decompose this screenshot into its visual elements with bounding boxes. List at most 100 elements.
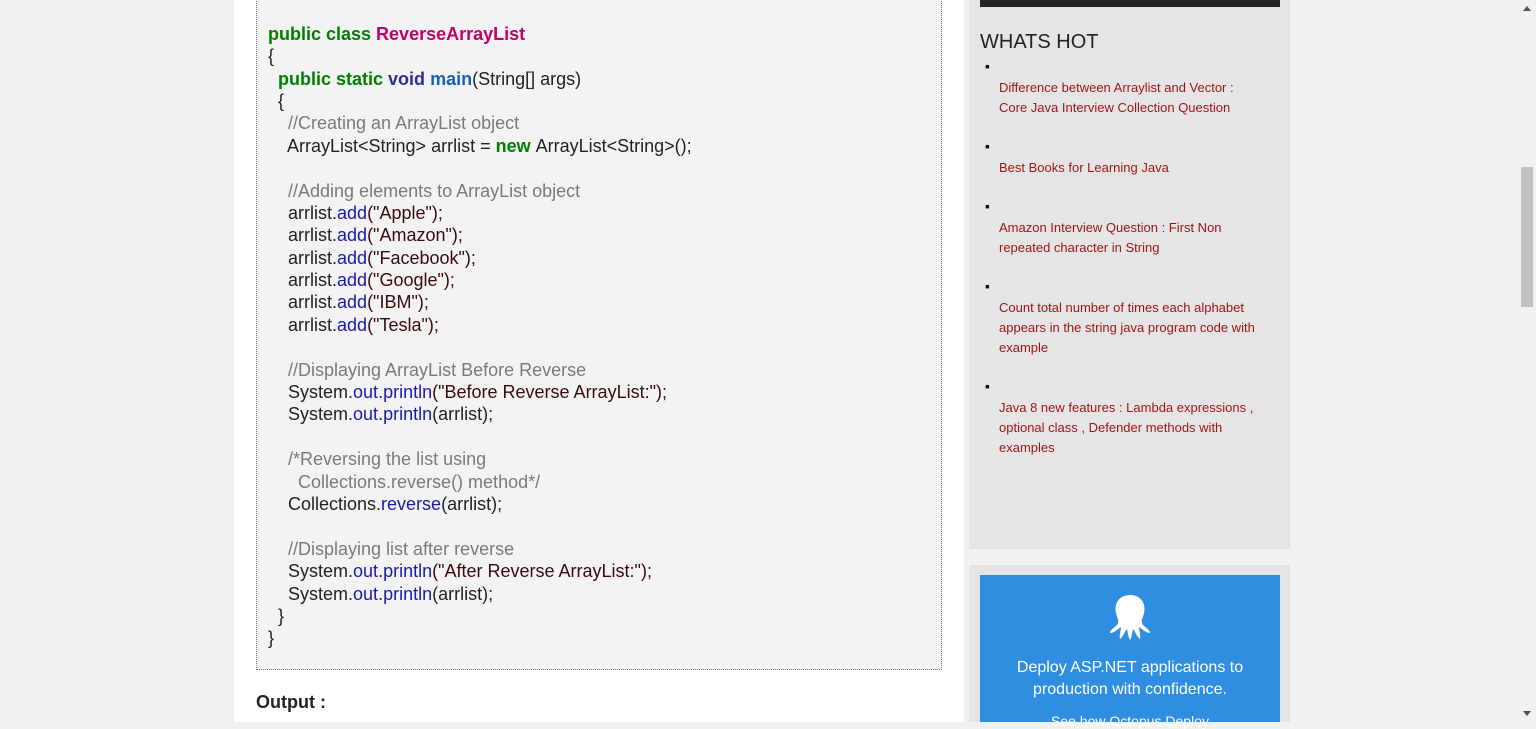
hot-link-count-alphabet[interactable]: Count total number of times each alphabe… xyxy=(999,298,1261,358)
ad-container: Deploy ASP.NET applications to productio… xyxy=(969,565,1290,722)
code-token: System. xyxy=(268,404,353,424)
code-token: (String[] args) xyxy=(472,69,581,89)
code-token: out xyxy=(353,404,378,424)
code-line: arrlist.add("Apple"); xyxy=(268,202,692,224)
code-line: /*Reversing the list using xyxy=(268,448,692,470)
ad-text: Deploy ASP.NET applications to productio… xyxy=(980,657,1280,701)
code-token: (arrlist); xyxy=(441,494,502,514)
bullet-icon: ▪ xyxy=(985,278,990,294)
code-token: add xyxy=(337,203,367,223)
code-line xyxy=(268,515,692,537)
code-token: ("Google"); xyxy=(367,270,455,290)
hot-link-best-books[interactable]: Best Books for Learning Java xyxy=(999,158,1261,178)
scroll-up-icon[interactable] xyxy=(1523,6,1531,11)
code-token: System. xyxy=(268,584,353,604)
code-line: System.out.println(arrlist); xyxy=(268,583,692,605)
ad-banner[interactable]: Deploy ASP.NET applications to productio… xyxy=(980,575,1280,722)
code-line: System.out.println(arrlist); xyxy=(268,403,692,425)
code-token: add xyxy=(337,292,367,312)
code-line: //Displaying ArrayList Before Reverse xyxy=(268,359,692,381)
code-token: public class xyxy=(268,24,376,44)
code-token: /*Reversing the list using xyxy=(268,449,486,469)
code-line: arrlist.add("Facebook"); xyxy=(268,247,692,269)
hot-link-arraylist-vector[interactable]: Difference between Arraylist and Vector … xyxy=(999,78,1261,118)
code-line: //Creating an ArrayList object xyxy=(268,112,692,134)
code-token: Collections. xyxy=(268,494,381,514)
code-token: add xyxy=(337,315,367,335)
code-token: { xyxy=(268,91,284,111)
code-line xyxy=(268,157,692,179)
hot-link-java8-features[interactable]: Java 8 new features : Lambda expressions… xyxy=(999,398,1261,458)
bullet-icon: ▪ xyxy=(985,378,990,394)
article-content: import java.util.*;public class ReverseA… xyxy=(234,0,964,722)
code-line xyxy=(268,0,692,22)
code-token: } xyxy=(268,606,284,626)
code-token: //Adding elements to ArrayList object xyxy=(268,181,580,201)
bullet-icon: ▪ xyxy=(985,138,990,154)
output-heading: Output : xyxy=(256,692,326,713)
code-token: main xyxy=(430,69,472,89)
code-line: System.out.println("Before Reverse Array… xyxy=(268,381,692,403)
code-token: ("Apple"); xyxy=(367,203,443,223)
code-token: println xyxy=(383,584,432,604)
code-token: Collections.reverse() method*/ xyxy=(268,472,540,492)
code-line: //Adding elements to ArrayList object xyxy=(268,180,692,202)
code-token: //Displaying list after reverse xyxy=(268,539,514,559)
code-token: arrlist. xyxy=(268,248,337,268)
code-line: Collections.reverse(arrlist); xyxy=(268,493,692,515)
code-token: ("After Reverse ArrayList:"); xyxy=(432,561,652,581)
code-line: ArrayList<String> arrlist = new ArrayLis… xyxy=(268,135,692,157)
code-token: ("IBM"); xyxy=(367,292,429,312)
code-listing: import java.util.*;public class ReverseA… xyxy=(268,0,692,650)
code-line: { xyxy=(268,90,692,112)
list-item: ▪ Count total number of times each alpha… xyxy=(980,278,1270,358)
code-token: add xyxy=(337,270,367,290)
list-item: ▪ Difference between Arraylist and Vecto… xyxy=(980,58,1270,118)
code-line xyxy=(268,426,692,448)
code-token: (arrlist); xyxy=(432,584,493,604)
code-token: new xyxy=(496,136,536,156)
code-token: arrlist. xyxy=(268,292,337,312)
code-token: out xyxy=(353,584,378,604)
code-line: arrlist.add("Tesla"); xyxy=(268,314,692,336)
sidebar-image xyxy=(980,0,1280,7)
octopus-logo-icon xyxy=(1108,593,1152,641)
code-token: ("Before Reverse ArrayList:"); xyxy=(432,382,667,402)
code-token: System. xyxy=(268,382,353,402)
code-token: public static xyxy=(278,69,388,89)
hot-list: ▪ Difference between Arraylist and Vecto… xyxy=(980,58,1270,478)
scroll-down-icon[interactable] xyxy=(1523,711,1531,716)
code-token: (arrlist); xyxy=(432,404,493,424)
code-line: arrlist.add("IBM"); xyxy=(268,291,692,313)
code-token: ReverseArrayList xyxy=(376,24,525,44)
code-token: println xyxy=(383,404,432,424)
bullet-icon: ▪ xyxy=(985,58,990,74)
page-scrollbar[interactable] xyxy=(1519,0,1536,722)
list-item: ▪ Best Books for Learning Java xyxy=(980,138,1270,178)
code-token: add xyxy=(337,248,367,268)
code-token: //Creating an ArrayList object xyxy=(268,113,519,133)
code-line xyxy=(268,336,692,358)
code-token xyxy=(268,69,278,89)
code-token: println xyxy=(383,382,432,402)
whats-hot-widget: WHATS HOT ▪ Difference between Arraylist… xyxy=(969,0,1290,549)
bullet-icon: ▪ xyxy=(985,198,990,214)
code-token: } xyxy=(268,628,274,648)
scroll-thumb[interactable] xyxy=(1521,167,1533,307)
section-title: WHATS HOT xyxy=(980,31,1099,54)
code-line: arrlist.add("Google"); xyxy=(268,269,692,291)
list-item: ▪ Java 8 new features : Lambda expressio… xyxy=(980,378,1270,458)
hot-link-amazon-question[interactable]: Amazon Interview Question : First Non re… xyxy=(999,218,1261,258)
code-line: public static void main(String[] args) xyxy=(268,68,692,90)
list-item: ▪ Amazon Interview Question : First Non … xyxy=(980,198,1270,258)
code-line: { xyxy=(268,45,692,67)
code-token: ArrayList<String> arrlist = xyxy=(268,136,496,156)
code-token: out xyxy=(353,561,378,581)
code-token: ("Amazon"); xyxy=(367,225,463,245)
code-line: System.out.println("After Reverse ArrayL… xyxy=(268,560,692,582)
ad-subtext: See how Octopus Deploy xyxy=(980,713,1280,729)
code-line: } xyxy=(268,605,692,627)
code-token: ArrayList<String>(); xyxy=(536,136,692,156)
code-token: ("Tesla"); xyxy=(367,315,439,335)
code-token: add xyxy=(337,225,367,245)
